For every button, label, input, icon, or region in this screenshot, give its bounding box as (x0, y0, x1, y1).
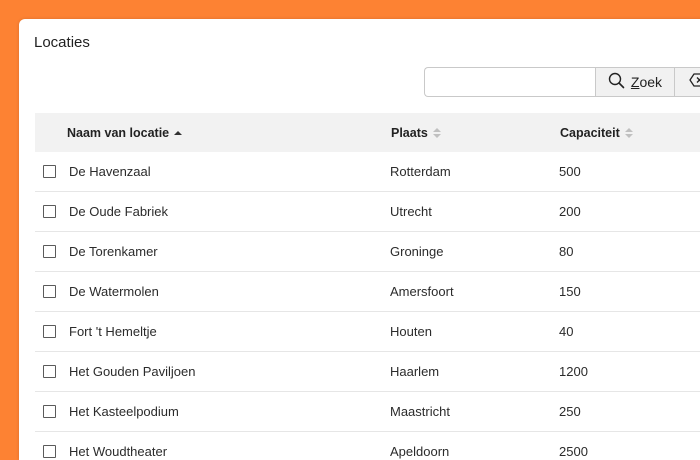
search-button-label: Zoek (630, 74, 663, 90)
location-city: Groninge (390, 244, 444, 259)
sort-icon (432, 127, 441, 138)
location-name: De Watermolen (69, 284, 159, 299)
row-checkbox[interactable] (43, 365, 56, 378)
location-city: Maastricht (390, 404, 450, 419)
location-capacity: 2500 (559, 444, 588, 459)
column-header-city[interactable]: Plaats (391, 126, 441, 140)
location-capacity: 200 (559, 204, 581, 219)
location-capacity: 250 (559, 404, 581, 419)
sort-asc-icon (174, 128, 183, 138)
location-name: De Oude Fabriek (69, 204, 168, 219)
location-name: Het Gouden Paviljoen (69, 364, 196, 379)
locations-panel: Locaties Zoek Naam van locatie Plaats Ca… (19, 19, 700, 460)
column-label: Capaciteit (560, 125, 620, 140)
backspace-icon (688, 72, 700, 92)
row-checkbox[interactable] (43, 165, 56, 178)
location-city: Haarlem (390, 364, 440, 379)
location-name: Het Woudtheater (69, 444, 168, 459)
table-row[interactable]: Het Kasteelpodium Maastricht 250 (35, 392, 700, 432)
location-capacity: 40 (559, 324, 574, 339)
location-name: Het Kasteelpodium (69, 404, 179, 419)
row-checkbox[interactable] (43, 445, 56, 458)
location-city: Rotterdam (390, 164, 451, 179)
column-header-name[interactable]: Naam van locatie (67, 125, 183, 140)
row-checkbox[interactable] (43, 245, 56, 258)
panel-title: Locaties (34, 34, 90, 51)
location-name: Fort 't Hemeltje (69, 324, 157, 339)
table-row[interactable]: Fort 't Hemeltje Houten 40 (35, 312, 700, 352)
sort-icon (624, 127, 633, 138)
location-name: De Torenkamer (69, 244, 158, 259)
table-row[interactable]: De Oude Fabriek Utrecht 200 (35, 192, 700, 232)
table-row[interactable]: De Havenzaal Rotterdam 500 (35, 152, 700, 192)
row-checkbox[interactable] (43, 205, 56, 218)
table-row[interactable]: Het Gouden Paviljoen Haarlem 1200 (35, 352, 700, 392)
location-capacity: 150 (559, 284, 581, 299)
location-capacity: 80 (559, 244, 574, 259)
location-capacity: 500 (559, 164, 581, 179)
row-checkbox[interactable] (43, 285, 56, 298)
location-city: Apeldoorn (390, 444, 450, 459)
table-row[interactable]: Het Woudtheater Apeldoorn 2500 (35, 432, 700, 460)
search-button[interactable]: Zoek (595, 67, 675, 97)
column-label: Plaats (391, 125, 428, 140)
location-city: Amersfoort (390, 284, 454, 299)
table-row[interactable]: De Watermolen Amersfoort 150 (35, 272, 700, 312)
table-header: Naam van locatie Plaats Capaciteit (35, 113, 700, 152)
search-bar: Zoek (424, 67, 700, 97)
column-header-capacity[interactable]: Capaciteit (560, 126, 633, 140)
search-icon (608, 72, 625, 92)
location-name: De Havenzaal (69, 164, 151, 179)
location-city: Houten (390, 324, 432, 339)
row-checkbox[interactable] (43, 325, 56, 338)
location-capacity: 1200 (559, 364, 588, 379)
clear-search-button[interactable] (675, 67, 700, 97)
column-label: Naam van locatie (67, 125, 170, 140)
locations-table: Naam van locatie Plaats Capaciteit De Ha… (35, 113, 700, 460)
location-city: Utrecht (390, 204, 432, 219)
table-row[interactable]: De Torenkamer Groninge 80 (35, 232, 700, 272)
search-input[interactable] (424, 67, 595, 97)
row-checkbox[interactable] (43, 405, 56, 418)
